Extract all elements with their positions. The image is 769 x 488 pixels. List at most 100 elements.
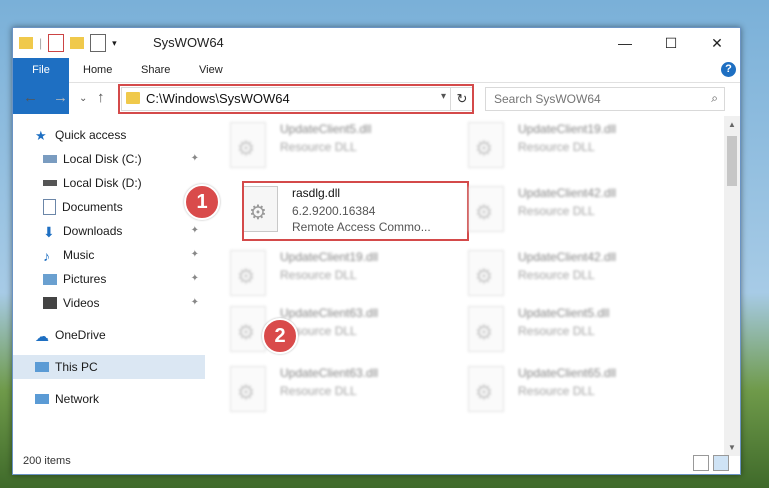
file-name: UpdateClient19.dll [280, 250, 379, 264]
sidebar-item-network[interactable]: Network [35, 387, 203, 411]
gear-icon: ⚙ [475, 266, 493, 288]
file-name: UpdateClient5.dll [280, 122, 372, 136]
sidebar-item-videos[interactable]: Videos ✦ [43, 291, 203, 315]
explorer-window: | ▾ SysWOW64 — ☐ ✕ File Home Share View … [12, 27, 741, 475]
file-name: UpdateClient63.dll [280, 366, 379, 380]
close-button[interactable]: ✕ [694, 28, 740, 58]
search-box[interactable]: ⌕ [485, 87, 725, 111]
customize-icon[interactable] [90, 34, 107, 52]
navigation-bar: ← → ⌄ ↑ C:\Windows\SysWOW64 ▾ ↻ ⌕ [13, 83, 740, 115]
videos-icon [43, 297, 57, 309]
sidebar-item-label: This PC [55, 360, 98, 374]
sidebar-item-label: Network [55, 392, 100, 406]
window-title: SysWOW64 [153, 35, 224, 50]
up-button[interactable]: ↑ [97, 89, 105, 106]
gear-icon: ⚙ [237, 138, 255, 160]
pin-icon: ✦ [190, 153, 199, 164]
maximize-button[interactable]: ☐ [648, 28, 694, 58]
file-name: UpdateClient19.dll [518, 122, 617, 136]
file-description: Resource DLL [280, 140, 357, 154]
file-item[interactable]: ⚙ UpdateClient42.dll Resource DLL [456, 244, 676, 300]
address-highlight [118, 84, 474, 114]
item-count: 200 items [23, 455, 71, 467]
file-highlight [242, 181, 469, 241]
sidebar-item-quick-access[interactable]: ★ Quick access [35, 123, 225, 147]
folder-icon[interactable] [19, 37, 33, 49]
file-description: Resource DLL [518, 140, 595, 154]
sidebar-item-music[interactable]: ♪ Music ✦ [43, 243, 203, 267]
status-bar: 200 items [13, 450, 740, 474]
sidebar-item-local-disk-d[interactable]: Local Disk (D:) [43, 171, 203, 195]
file-description: Resource DLL [518, 268, 595, 282]
back-button[interactable]: ← [23, 89, 38, 106]
file-item[interactable]: ⚙ UpdateClient42.dll Resource DLL [456, 180, 676, 236]
pin-icon: ✦ [190, 297, 199, 308]
new-folder-icon[interactable] [70, 37, 85, 49]
pin-icon: ✦ [190, 225, 199, 236]
sidebar-item-label: OneDrive [55, 328, 106, 342]
file-item[interactable]: ⚙ UpdateClient63.dll Resource DLL [218, 300, 438, 356]
sidebar-item-label: Local Disk (C:) [63, 152, 142, 166]
file-item[interactable]: ⚙ UpdateClient65.dll Resource DLL [456, 360, 676, 416]
star-icon: ★ [35, 128, 47, 143]
separator: | [39, 36, 43, 50]
file-item[interactable]: ⚙ UpdateClient19.dll Resource DLL [456, 116, 676, 172]
pin-icon: ✦ [190, 273, 199, 284]
file-description: Resource DLL [518, 204, 595, 218]
gear-icon: ⚙ [237, 382, 255, 404]
help-icon[interactable]: ? [721, 62, 736, 77]
tab-view[interactable]: View [187, 58, 235, 82]
file-item[interactable]: ⚙ UpdateClient63.dll Resource DLL [218, 360, 438, 416]
file-description: Resource DLL [280, 268, 357, 282]
navigation-pane: ★ Quick access Local Disk (C:) ✦ Local D… [13, 123, 205, 451]
scroll-up-icon[interactable]: ▲ [728, 120, 736, 129]
sidebar-item-label: Pictures [63, 272, 107, 286]
drive-icon [43, 180, 57, 186]
gear-icon: ⚙ [475, 322, 493, 344]
sidebar-item-documents[interactable]: Documents ✦ [43, 195, 203, 219]
sidebar-item-label: Quick access [55, 128, 127, 142]
forward-button[interactable]: → [53, 89, 68, 106]
gear-icon: ⚙ [475, 382, 493, 404]
file-name: UpdateClient42.dll [518, 250, 617, 264]
vertical-scrollbar[interactable]: ▲ ▼ [724, 116, 740, 456]
sidebar-item-label: Downloads [63, 224, 123, 238]
sidebar-item-pictures[interactable]: Pictures ✦ [43, 267, 203, 291]
ribbon: File Home Share View ? [13, 58, 740, 114]
quick-access-toolbar: | ▾ [19, 34, 117, 52]
search-icon[interactable]: ⌕ [711, 91, 718, 106]
minimize-button[interactable]: — [602, 28, 648, 58]
callout-2: 2 [262, 318, 298, 354]
tab-share[interactable]: Share [129, 58, 182, 82]
file-name: UpdateClient63.dll [280, 306, 379, 320]
sidebar-item-this-pc[interactable]: This PC [13, 355, 205, 379]
search-input[interactable] [492, 91, 706, 107]
gear-icon: ⚙ [475, 138, 493, 160]
gear-icon: ⚙ [237, 266, 255, 288]
file-description: Resource DLL [280, 384, 357, 398]
pin-icon: ✦ [190, 249, 199, 260]
cloud-icon: ☁ [35, 328, 49, 344]
file-name: UpdateClient5.dll [518, 306, 610, 320]
recent-locations-button[interactable]: ⌄ [79, 93, 87, 104]
music-icon: ♪ [43, 248, 50, 264]
computer-icon [35, 362, 49, 372]
file-item[interactable]: ⚙ UpdateClient19.dll Resource DLL [218, 244, 438, 300]
file-item[interactable]: ⚙ UpdateClient5.dll Resource DLL [456, 300, 676, 356]
pictures-icon [43, 273, 57, 285]
documents-icon [43, 199, 56, 215]
download-icon: ⬇ [43, 224, 55, 240]
file-list: ⚙ UpdateClient5.dll Resource DLL ⚙ Updat… [218, 116, 723, 456]
tab-home[interactable]: Home [71, 58, 124, 82]
sidebar-item-downloads[interactable]: ⬇ Downloads ✦ [43, 219, 203, 243]
properties-icon[interactable] [48, 34, 65, 52]
details-view-icon[interactable] [693, 455, 709, 471]
sidebar-item-onedrive[interactable]: ☁ OneDrive [35, 323, 203, 347]
sidebar-item-local-disk-c[interactable]: Local Disk (C:) ✦ [43, 147, 203, 171]
tiles-view-icon[interactable] [713, 455, 729, 471]
scrollbar-thumb[interactable] [727, 136, 737, 186]
file-item[interactable]: ⚙ UpdateClient5.dll Resource DLL [218, 116, 438, 172]
chevron-down-icon[interactable]: ▾ [112, 38, 117, 49]
callout-1: 1 [184, 184, 220, 220]
file-description: Resource DLL [518, 324, 595, 338]
